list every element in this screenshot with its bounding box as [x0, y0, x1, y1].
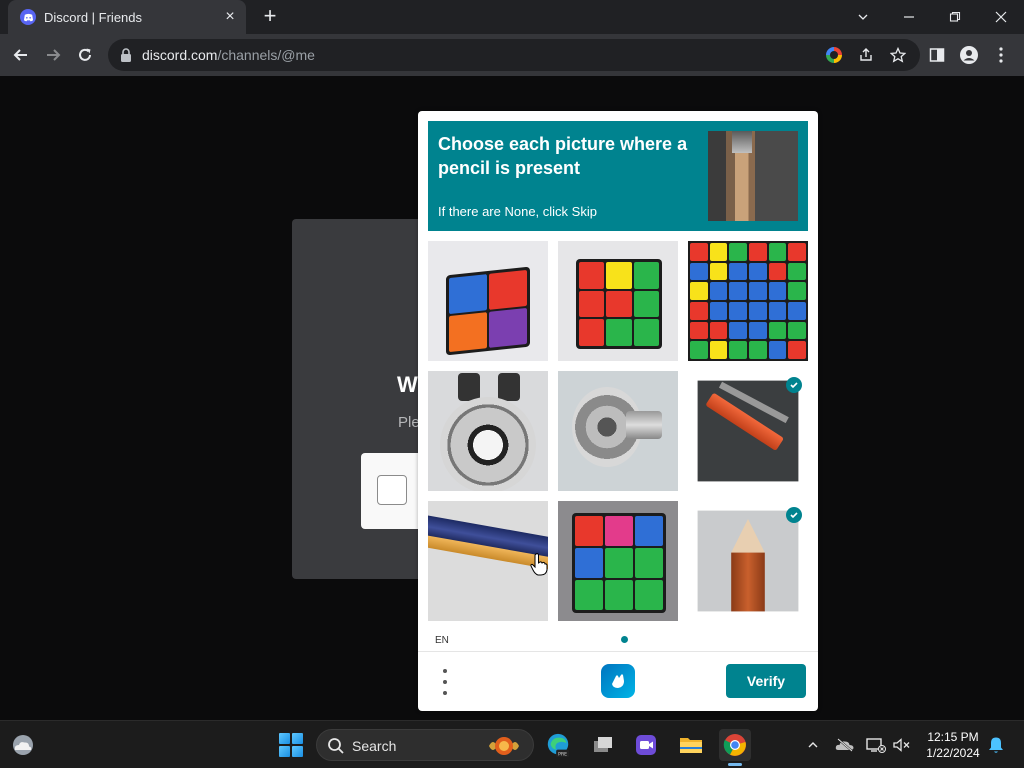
selected-check-icon	[786, 377, 802, 393]
start-button-icon[interactable]	[279, 733, 303, 757]
image-grid	[428, 241, 808, 621]
forward-arrow-icon[interactable]	[40, 42, 66, 68]
challenge-prompt: Choose each picture where a pencil is pr…	[428, 121, 808, 231]
language-selector[interactable]: EN	[435, 635, 449, 646]
restore-button[interactable]	[932, 0, 978, 34]
search-label: Search	[352, 738, 397, 754]
clock-date: 1/22/2024	[926, 746, 980, 760]
hcaptcha-challenge: Choose each picture where a pencil is pr…	[418, 111, 818, 711]
selected-check-icon	[786, 507, 802, 523]
example-image	[708, 131, 798, 221]
footer-divider	[418, 651, 818, 652]
bookmark-star-icon[interactable]	[888, 45, 908, 65]
onedrive-offline-icon[interactable]	[835, 735, 855, 755]
image-tile-1[interactable]	[428, 241, 548, 361]
system-clock[interactable]: 12:15 PM 1/22/2024	[920, 729, 986, 761]
url-text[interactable]: discord.com/channels/@me	[142, 47, 315, 63]
hcaptcha-checkbox[interactable]	[377, 475, 407, 505]
new-tab-button[interactable]: +	[258, 5, 282, 29]
prompt-text: Choose each picture where a pencil is pr…	[438, 134, 688, 178]
google-icon[interactable]	[824, 45, 844, 65]
page-indicator-dot	[621, 636, 628, 643]
volume-muted-icon[interactable]	[892, 735, 912, 755]
hand-cursor-icon	[530, 553, 548, 576]
file-explorer-icon[interactable]	[675, 729, 707, 761]
reload-icon[interactable]	[72, 42, 98, 68]
notification-bell-icon[interactable]	[986, 735, 1006, 755]
network-icon[interactable]	[866, 735, 886, 755]
windows-taskbar: Search PRE 12:15 PM 1/22/2024	[0, 720, 1024, 768]
task-view-icon[interactable]	[587, 729, 619, 761]
captcha-menu-icon[interactable]	[440, 669, 450, 695]
image-tile-8[interactable]	[558, 501, 678, 621]
clock-time: 12:15 PM	[927, 730, 979, 744]
image-tile-6[interactable]	[688, 371, 808, 491]
browser-tab[interactable]: Discord | Friends ×	[8, 0, 246, 34]
profile-avatar-icon[interactable]	[958, 44, 980, 66]
hcaptcha-logo-icon	[601, 664, 635, 698]
browser-toolbar: discord.com/channels/@me	[0, 34, 1024, 76]
image-tile-9[interactable]	[688, 501, 808, 621]
image-tile-3[interactable]	[688, 241, 808, 361]
share-icon[interactable]	[856, 45, 876, 65]
image-tile-4[interactable]	[428, 371, 548, 491]
tab-close-icon[interactable]: ×	[222, 9, 238, 25]
svg-text:PRE: PRE	[558, 752, 567, 758]
search-highlight-icon	[489, 737, 519, 755]
verify-button[interactable]: Verify	[726, 664, 806, 698]
image-tile-2[interactable]	[558, 241, 678, 361]
show-hidden-icons-chevron-icon[interactable]	[803, 735, 823, 755]
tab-title: Discord | Friends	[44, 9, 143, 25]
taskbar-search[interactable]: Search	[316, 729, 534, 761]
clipchamp-icon[interactable]	[630, 729, 662, 761]
edge-beta-icon[interactable]: PRE	[542, 729, 574, 761]
active-app-indicator	[728, 763, 742, 766]
back-arrow-icon[interactable]	[8, 42, 34, 68]
address-bar[interactable]: discord.com/channels/@me	[108, 39, 920, 71]
lock-icon[interactable]	[120, 48, 132, 62]
card-subtitle: Ple	[398, 414, 420, 431]
search-icon	[328, 738, 344, 754]
close-window-button[interactable]	[978, 0, 1024, 34]
chrome-menu-icon[interactable]	[990, 44, 1012, 66]
prompt-instruction: If there are None, click Skip	[438, 204, 597, 219]
minimize-button[interactable]	[886, 0, 932, 34]
discord-icon	[20, 9, 36, 25]
image-tile-5[interactable]	[558, 371, 678, 491]
side-panel-icon[interactable]	[926, 44, 948, 66]
browser-titlebar: Discord | Friends × +	[0, 0, 1024, 34]
weather-cloud-icon[interactable]	[10, 733, 36, 757]
card-heading: W	[397, 372, 418, 397]
tab-search-chevron-icon[interactable]	[840, 0, 886, 34]
chrome-taskbar-icon[interactable]	[719, 729, 751, 761]
